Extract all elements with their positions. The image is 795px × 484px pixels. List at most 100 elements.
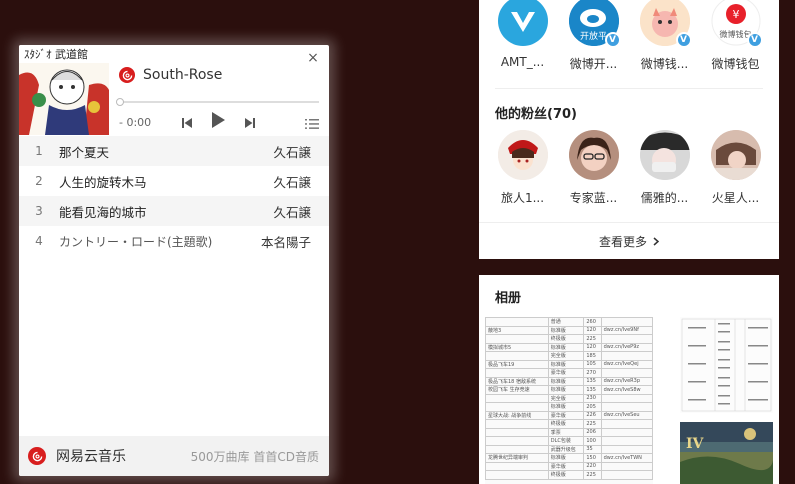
weibo-wallet-yen-icon[interactable]: ¥ 微博钱包 V xyxy=(710,0,763,48)
progress-bar[interactable] xyxy=(116,98,319,106)
verified-badge-icon: V xyxy=(675,32,692,48)
play-icon[interactable] xyxy=(209,111,227,133)
album-table-cell xyxy=(600,427,653,437)
following-name[interactable]: AMT_... xyxy=(501,55,544,69)
following-item[interactable]: V 微博钱... xyxy=(632,0,698,72)
track-row[interactable]: 4 カントリー・ロード(主題歌) 本名陽子 xyxy=(19,226,329,256)
album-table-cell: dwz.cn/Ive9Nf xyxy=(600,325,653,335)
track-number: 1 xyxy=(35,144,43,158)
fan-name[interactable]: 旅人1... xyxy=(501,189,544,206)
album-photo[interactable]: 普通 260 蔽地3 标准版 120 dwz.cn/Ive9Nf 终极版 225 模拟城市5 标准… xyxy=(485,317,653,484)
album-table-cell xyxy=(600,444,653,454)
album-table-cell: dwz.cn/IveP9z xyxy=(600,342,653,352)
album-table-cell: 185 xyxy=(583,351,602,361)
fan-name[interactable]: 儒雅的... xyxy=(641,189,688,206)
album-card: 相册 普通 260 蔽地3 标准版 120 dwz.cn/Ive9Nf 终极版 225 模拟城市… xyxy=(479,275,779,484)
album-photo[interactable] xyxy=(680,317,773,413)
verified-badge-icon: V xyxy=(604,32,621,48)
album-table-cell: 武器升级包 xyxy=(547,444,585,454)
album-table-cell xyxy=(485,436,549,446)
album-table-cell: 极品飞车18 宿敌系统 xyxy=(485,376,549,386)
track-name: 能看见海的城市 xyxy=(59,204,147,220)
album-table-cell: 标准版 xyxy=(547,342,585,352)
fan-item[interactable]: 专家蓝... xyxy=(561,130,627,206)
svg-text:ｽﾀｼﾞｵ 武道館: ｽﾀｼﾞｵ 武道館 xyxy=(24,47,88,61)
fan-name[interactable]: 专家蓝... xyxy=(570,189,617,206)
next-track-icon[interactable] xyxy=(244,114,256,133)
progress-knob[interactable] xyxy=(116,98,124,106)
track-row[interactable]: 1 那个夏天 久石譲 xyxy=(19,136,329,166)
album-section-title: 相册 xyxy=(495,291,522,306)
track-artist: 久石譲 xyxy=(273,174,311,190)
album-table-row: 极品飞车18 宿敌系统 标准版 135 dwz.cn/IveR3p xyxy=(485,376,653,386)
album-table-cell: 230 xyxy=(583,393,602,403)
previous-track-icon[interactable] xyxy=(181,114,193,133)
music-player-widget: ｽﾀｼﾞｵ 武道館 South-Rose × - 0:00 1 那个夏天 久石譲… xyxy=(19,45,329,476)
album-table-row: DLC包装 100 xyxy=(485,436,653,446)
brand-slogan: 500万曲库 首首CD音质 xyxy=(190,449,319,464)
album-table-cell: 完全版 xyxy=(547,393,585,403)
album-table-cell: 标准版 xyxy=(547,453,585,463)
v-logo-icon[interactable] xyxy=(497,0,548,46)
album-table-cell: dwz.cn/IveR3p xyxy=(600,376,653,386)
see-more-bar[interactable]: 查看更多 xyxy=(479,222,779,260)
fan-item[interactable]: 火星人... xyxy=(703,130,769,206)
album-table-cell xyxy=(485,368,549,378)
album-table-cell xyxy=(600,351,653,361)
album-cover-image[interactable]: ｽﾀｼﾞｵ 武道館 xyxy=(19,45,109,135)
social-card: AMT_... 开放平 V 微博开... V 微博钱... ¥ 微博钱包 V 微… xyxy=(479,0,779,259)
track-row[interactable]: 2 人生的旋转木马 久石譲 xyxy=(19,166,329,196)
track-row[interactable]: 3 能看见海的城市 久石譲 xyxy=(19,196,329,226)
track-artist: 本名陽子 xyxy=(260,234,311,250)
album-table-cell: 完全版 xyxy=(547,351,585,361)
weibo-open-icon[interactable]: 开放平 V xyxy=(568,0,621,48)
album-table-cell xyxy=(600,334,653,344)
album-table-cell: 206 xyxy=(583,427,602,437)
album-table-row: 极品飞车19 标准版 105 dwz.cn/IveQej xyxy=(485,359,653,369)
album-photo[interactable]: IV xyxy=(680,422,773,484)
album-table-cell: dwz.cn/IveS8w xyxy=(600,385,653,395)
playlist-icon[interactable] xyxy=(305,115,319,134)
chevron-right-icon[interactable] xyxy=(653,235,660,249)
divider xyxy=(495,88,763,89)
brand-name[interactable]: 网易云音乐 xyxy=(56,446,126,466)
album-table-cell xyxy=(600,419,653,429)
album-table-cell xyxy=(485,419,549,429)
album-photo-table: 普通 260 蔽地3 标准版 120 dwz.cn/Ive9Nf 终极版 225 模拟城市5 标准… xyxy=(485,317,653,480)
following-name[interactable]: 微博开... xyxy=(570,55,617,72)
album-table-cell: 标准版 xyxy=(547,385,585,395)
see-more-link[interactable]: 查看更多 xyxy=(599,233,647,250)
player-footer: 网易云音乐 500万曲库 首首CD音质 xyxy=(19,436,329,476)
fan-avatar[interactable] xyxy=(568,130,619,180)
weibo-wallet-mascot-icon[interactable]: V xyxy=(639,0,692,48)
fan-avatar[interactable] xyxy=(710,130,761,180)
fan-avatar[interactable] xyxy=(497,130,548,180)
track-number: 4 xyxy=(35,234,43,248)
album-table-cell: 135 xyxy=(583,376,602,386)
fan-item[interactable]: 旅人1... xyxy=(490,130,556,206)
fan-name[interactable]: 火星人... xyxy=(712,189,759,206)
album-table-cell xyxy=(600,402,653,412)
following-item[interactable]: AMT_... xyxy=(490,0,556,72)
album-table-cell: 豪华版 xyxy=(547,410,585,420)
album-table-cell: 标准版 xyxy=(547,402,585,412)
album-table-cell: 龙腾世纪异端审判 xyxy=(485,453,549,463)
following-name[interactable]: 微博钱包 xyxy=(711,55,759,72)
album-table-cell: 260 xyxy=(583,317,602,327)
album-table-row: 蔽地3 标准版 120 dwz.cn/Ive9Nf xyxy=(485,325,653,335)
track-artist: 久石譲 xyxy=(273,204,311,220)
album-table-cell xyxy=(485,334,549,344)
close-button[interactable]: × xyxy=(306,51,320,65)
following-item[interactable]: ¥ 微博钱包 V 微博钱包 xyxy=(703,0,769,72)
fan-item[interactable]: 儒雅的... xyxy=(632,130,698,206)
album-table-cell: 226 xyxy=(583,410,602,420)
fan-avatar[interactable] xyxy=(639,130,690,180)
album-table-cell: 120 xyxy=(583,325,602,335)
netease-music-logo-icon[interactable] xyxy=(28,447,46,465)
album-table-row: 标准版 205 xyxy=(485,402,653,412)
album-table-cell: 135 xyxy=(583,385,602,395)
following-name[interactable]: 微博钱... xyxy=(641,55,688,72)
following-item[interactable]: 开放平 V 微博开... xyxy=(561,0,627,72)
netease-music-logo-icon xyxy=(119,67,135,83)
verified-badge-icon: V xyxy=(746,32,763,48)
